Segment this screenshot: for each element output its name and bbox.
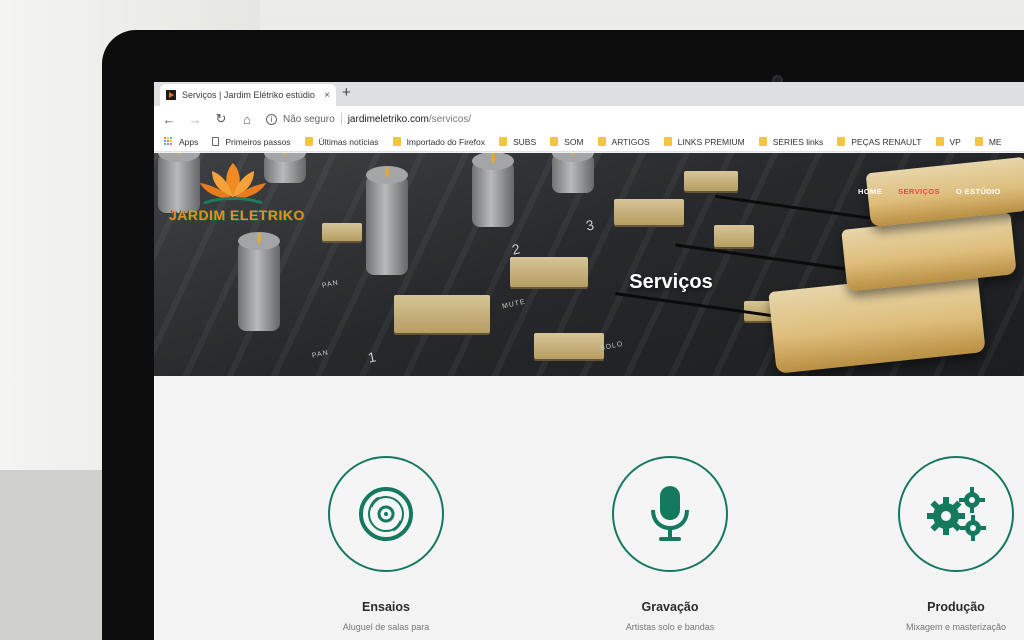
bookmark-som[interactable]: SOM bbox=[550, 136, 584, 147]
bookmark-artigos[interactable]: ARTIGOS bbox=[597, 136, 650, 147]
folder-icon bbox=[550, 137, 559, 146]
bookmark-importado-firefox[interactable]: Importado do Firefox bbox=[392, 136, 485, 147]
url-path: /servicos/ bbox=[428, 113, 472, 125]
bookmark-label: SUBS bbox=[513, 136, 537, 147]
browser-toolbar: ← → ↻ ⌂ i Não seguro jardimeletriko.com/… bbox=[154, 106, 1024, 132]
url-text: jardimeletriko.com/servicos/ bbox=[348, 114, 471, 125]
home-icon[interactable]: ⌂ bbox=[240, 112, 254, 127]
site-logo[interactable]: JARDIM ELETRIKO bbox=[164, 157, 304, 227]
browser-tab-bar: Serviços | Jardim Elétriko estúdio × + bbox=[154, 82, 1024, 106]
services-section: Ensaios Aluguel de salas para Gravação A… bbox=[154, 376, 1024, 640]
microphone-icon bbox=[651, 486, 689, 541]
bookmark-subs[interactable]: SUBS bbox=[499, 137, 536, 147]
nav-home[interactable]: HOME bbox=[858, 187, 882, 196]
apps-icon bbox=[164, 137, 173, 146]
bookmark-vp[interactable]: VP bbox=[935, 136, 961, 147]
service-description: Artistas solo e bandas bbox=[625, 622, 715, 632]
address-separator bbox=[340, 113, 342, 125]
tab-title: Serviços | Jardim Elétriko estúdio bbox=[182, 90, 315, 100]
service-description: Mixagem e masterização bbox=[905, 622, 1007, 632]
bookmark-label: LINKS PREMIUM bbox=[677, 136, 745, 147]
web-page: PAN MUTE SOLO 2 3 1 PAN JARDIM ELETRIKO bbox=[154, 153, 1024, 640]
service-card-producao[interactable]: Produção Mixagem e masterização bbox=[856, 456, 1024, 632]
service-icon-circle bbox=[898, 456, 1014, 572]
gears-icon bbox=[927, 487, 986, 541]
bookmark-label: ARTIGOS bbox=[611, 136, 650, 147]
bookmark-label: Primeiros passos bbox=[225, 136, 291, 147]
folder-icon bbox=[597, 137, 606, 146]
bookmark-primeiros-passos[interactable]: Primeiros passos bbox=[212, 136, 291, 147]
url-host: jardimeletriko.com bbox=[347, 113, 429, 125]
bookmark-label: ME bbox=[988, 136, 1002, 147]
folder-icon bbox=[974, 137, 983, 146]
bookmark-label: Últimas notícias bbox=[318, 136, 379, 147]
service-title: Gravação bbox=[641, 600, 699, 614]
bookmarks-bar: Apps Primeiros passos Últimas notícias I… bbox=[154, 132, 1024, 152]
bookmark-label: VP bbox=[949, 136, 961, 147]
service-title: Produção bbox=[927, 600, 985, 614]
site-navigation: HOME SERVIÇOS O ESTÚDIO bbox=[858, 187, 1001, 196]
browser-tab[interactable]: Serviços | Jardim Elétriko estúdio × bbox=[160, 84, 336, 106]
bookmark-label: PEÇAS RENAULT bbox=[851, 136, 922, 147]
folder-icon bbox=[758, 137, 767, 146]
disc-icon bbox=[359, 487, 413, 541]
new-tab-button[interactable]: + bbox=[342, 85, 351, 101]
folder-icon bbox=[499, 137, 507, 146]
bookmark-pecas-renault[interactable]: PEÇAS RENAULT bbox=[837, 136, 922, 147]
nav-servicos[interactable]: SERVIÇOS bbox=[898, 187, 940, 196]
hero-banner: PAN MUTE SOLO 2 3 1 PAN JARDIM ELETRIKO bbox=[154, 153, 1024, 376]
laptop-screen: Serviços | Jardim Elétriko estúdio × + ←… bbox=[154, 82, 1024, 640]
bookmark-ultimas-noticias[interactable]: Últimas notícias bbox=[304, 136, 379, 147]
folder-icon bbox=[837, 137, 846, 146]
folder-icon bbox=[663, 137, 672, 146]
address-bar[interactable]: i Não seguro jardimeletriko.com/servicos… bbox=[266, 109, 1024, 129]
page-icon bbox=[212, 137, 220, 146]
back-icon[interactable]: ← bbox=[162, 112, 176, 127]
service-card-ensaios[interactable]: Ensaios Aluguel de salas para bbox=[286, 456, 486, 632]
folder-icon bbox=[304, 137, 313, 146]
service-title: Ensaios bbox=[362, 600, 410, 614]
reload-icon[interactable]: ↻ bbox=[214, 111, 228, 127]
folder-icon bbox=[935, 137, 944, 146]
bookmark-apps[interactable]: Apps bbox=[164, 137, 198, 147]
bookmark-links-premium[interactable]: LINKS PREMIUM bbox=[663, 136, 745, 147]
bookmark-label: Apps bbox=[179, 136, 199, 147]
nav-o-estudio[interactable]: O ESTÚDIO bbox=[956, 187, 1001, 196]
page-title: Serviços bbox=[629, 271, 713, 293]
site-favicon-icon bbox=[166, 90, 176, 100]
bookmark-label: Importado do Firefox bbox=[406, 136, 485, 147]
folder-icon bbox=[392, 137, 401, 146]
forward-icon[interactable]: → bbox=[188, 112, 202, 127]
service-icon-circle bbox=[328, 456, 444, 572]
tab-close-icon[interactable]: × bbox=[324, 90, 330, 101]
bookmark-label: SOM bbox=[564, 136, 584, 147]
service-description: Aluguel de salas para bbox=[342, 622, 430, 632]
bookmark-me[interactable]: ME bbox=[974, 136, 1002, 147]
service-icon-circle bbox=[612, 456, 728, 572]
bookmark-label: SERIES links bbox=[772, 136, 824, 147]
bookmark-series-links[interactable]: SERIES links bbox=[758, 136, 824, 147]
service-card-gravacao[interactable]: Gravação Artistas solo e bandas bbox=[570, 456, 770, 632]
logo-text: JARDIM ELETRIKO bbox=[169, 207, 305, 223]
security-label: Não seguro bbox=[283, 113, 335, 125]
info-icon[interactable]: i bbox=[266, 113, 277, 125]
